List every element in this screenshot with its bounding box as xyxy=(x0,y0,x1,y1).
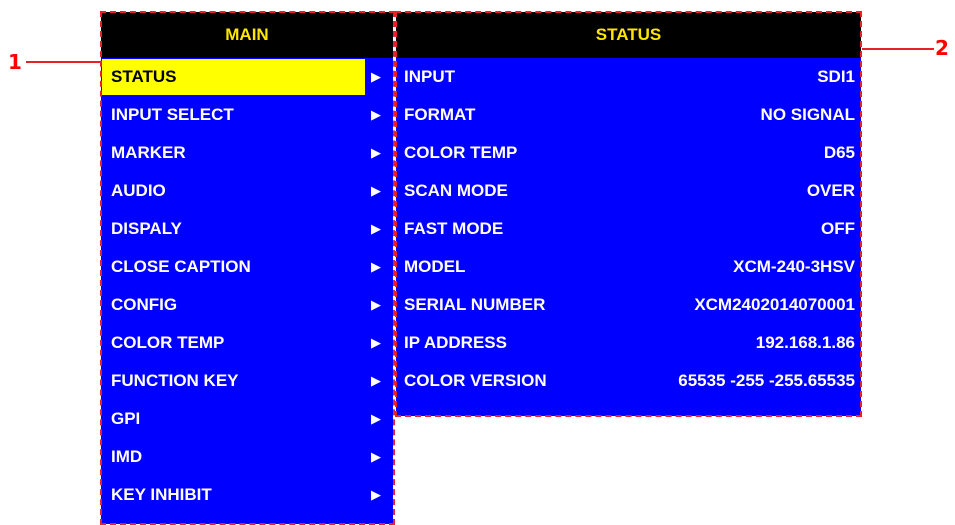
callout-leader-2 xyxy=(862,48,934,50)
callout-leader-1 xyxy=(26,61,100,63)
callout-number-1: 1 xyxy=(8,50,22,74)
callout-frame-main-menu xyxy=(100,11,395,525)
callout-number-2: 2 xyxy=(935,36,949,60)
callout-frame-status-panel xyxy=(395,11,862,417)
